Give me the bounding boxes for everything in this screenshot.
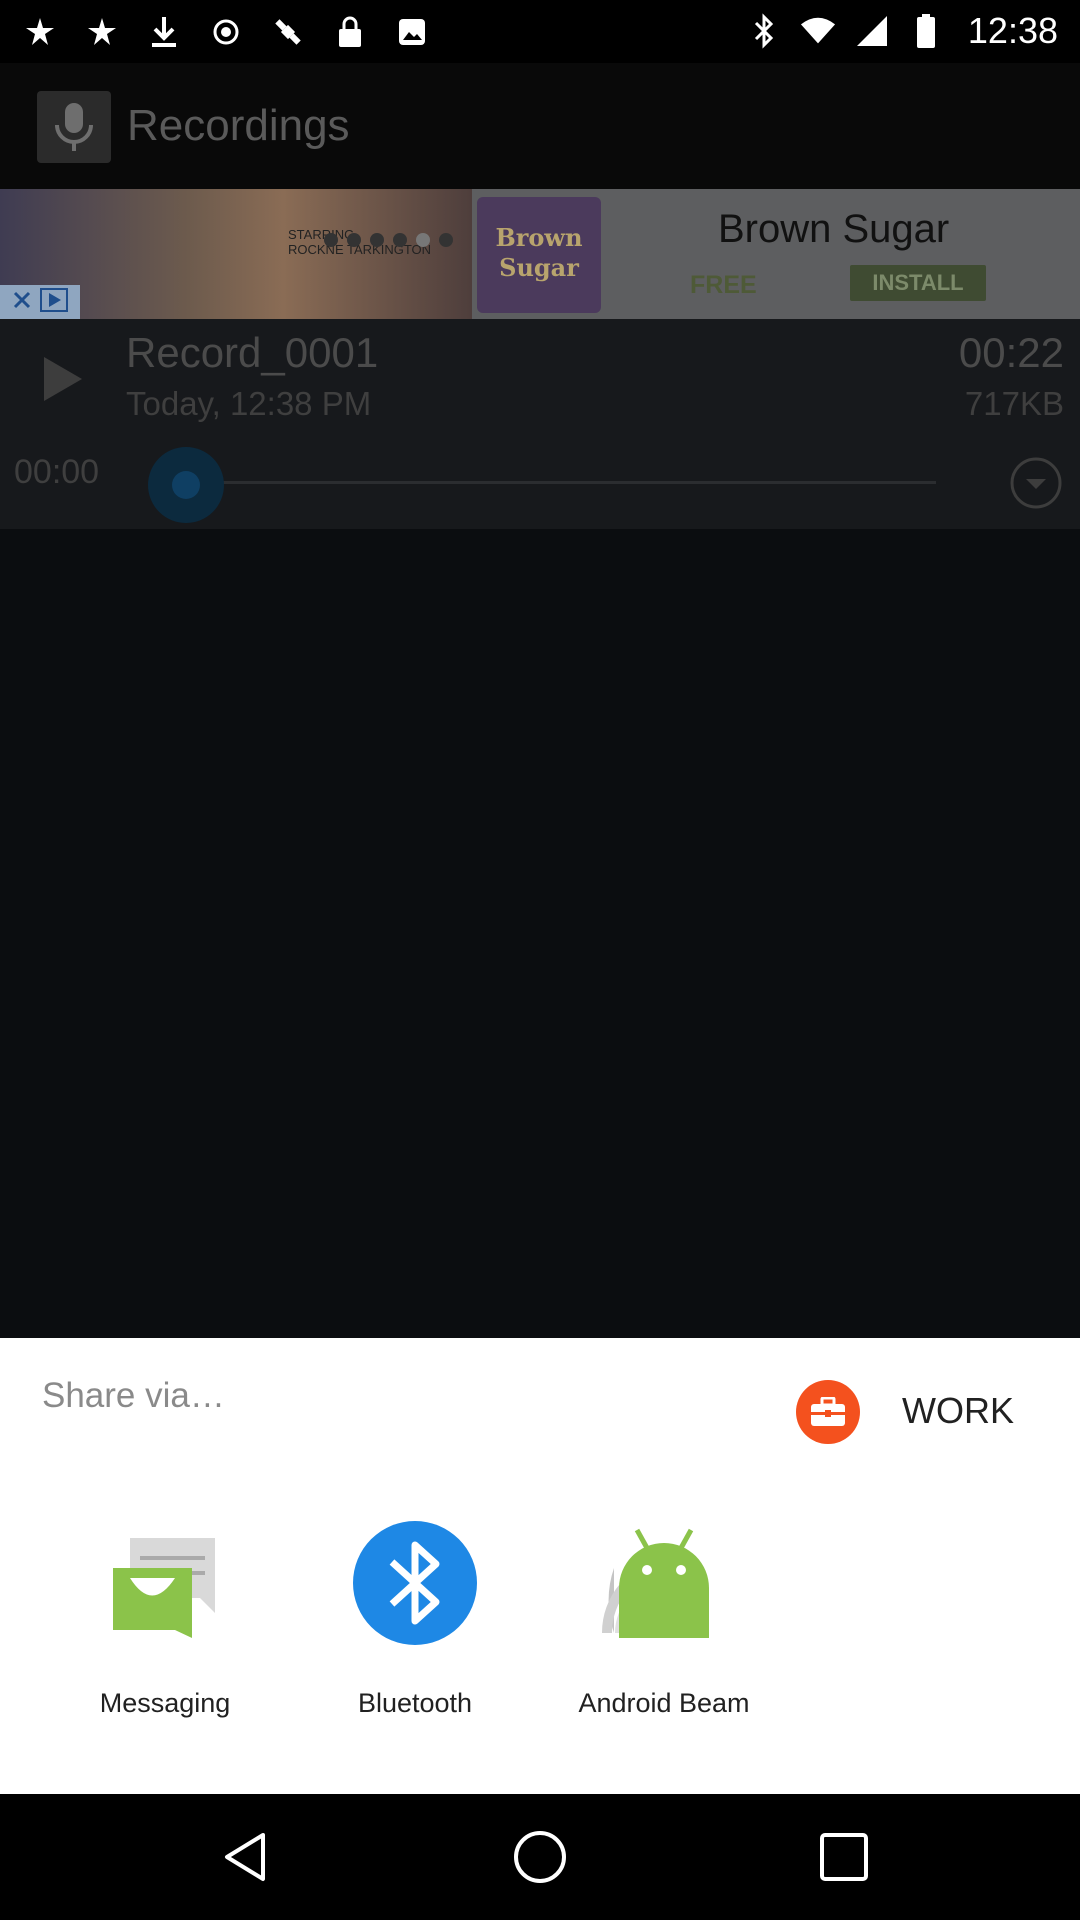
play-icon[interactable] [30, 349, 90, 409]
hotspot-icon [208, 12, 244, 52]
chevron-down-icon[interactable] [1008, 455, 1064, 511]
share-sheet: Share via… WORK Messaging Bluetooth Andr… [0, 1338, 1080, 1794]
briefcase-icon[interactable] [796, 1380, 860, 1444]
seek-thumb[interactable] [148, 447, 224, 523]
recording-size: 717KB [964, 385, 1064, 422]
ad-logo: Brown Sugar [477, 197, 601, 313]
share-title: Share via… [42, 1376, 225, 1415]
share-target-label: Messaging [99, 1688, 231, 1718]
android-beam-icon[interactable] [599, 1518, 729, 1648]
recording-date: Today, 12:38 PM [126, 385, 372, 422]
ad-install-button[interactable]: INSTALL [850, 265, 986, 301]
ad-banner[interactable]: STARRING ROCKNE TARKINGTON Brown Sugar Bro… [0, 189, 1080, 319]
playback-position: 00:00 [14, 453, 100, 491]
recording-duration: 00:22 [958, 329, 1064, 376]
back-icon[interactable] [215, 1827, 275, 1887]
battery-icon [908, 11, 944, 51]
share-target-bluetooth[interactable]: Bluetooth [305, 1518, 525, 1719]
page-title: Recordings [127, 101, 350, 150]
home-icon[interactable] [510, 1827, 570, 1887]
recording-item[interactable]: Record_0001 Today, 12:38 PM 00:22 717KB … [0, 319, 1080, 529]
ad-app-name[interactable]: Brown Sugar [718, 207, 949, 252]
work-profile-tab[interactable]: WORK [902, 1390, 1014, 1432]
adchoices-icon[interactable] [39, 287, 69, 318]
share-target-android-beam[interactable]: Android Beam [554, 1518, 774, 1719]
messaging-icon[interactable] [100, 1518, 230, 1648]
ad-price: FREE [690, 271, 757, 299]
share-target-label: Android Beam [578, 1688, 750, 1718]
microphone-icon [37, 91, 111, 163]
wifi-icon [800, 11, 836, 51]
lock-icon [332, 12, 368, 52]
navigation-bar [0, 1794, 1080, 1920]
ad-close-button[interactable] [0, 285, 80, 319]
gallery-icon [84, 12, 120, 52]
app-bar: Recordings [0, 63, 1080, 189]
ad-carousel-dots [324, 233, 453, 247]
share-target-label: Bluetooth [357, 1688, 473, 1718]
status-time: 12:38 [967, 10, 1058, 51]
gallery-icon [22, 12, 58, 52]
seek-bar[interactable] [186, 481, 936, 484]
close-icon[interactable] [11, 289, 33, 316]
recording-name: Record_0001 [126, 329, 379, 376]
photos-icon [394, 12, 430, 52]
bluetooth-icon[interactable] [350, 1518, 480, 1648]
bluetooth-icon [746, 11, 782, 51]
share-target-messaging[interactable]: Messaging [55, 1518, 275, 1719]
download-icon [146, 12, 182, 52]
satellite-icon [270, 12, 306, 52]
recents-icon[interactable] [814, 1827, 874, 1887]
status-bar: 12:38 [0, 0, 1080, 63]
signal-icon [854, 11, 890, 51]
